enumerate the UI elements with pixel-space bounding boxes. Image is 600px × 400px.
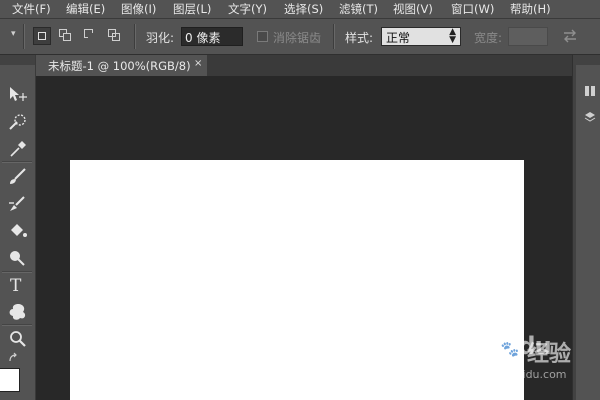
swap-colors-icon[interactable] [8,352,20,364]
watermark-url: jingyan.baidu.com [465,368,567,381]
menu-type[interactable]: 文字(Y) [228,1,267,17]
eyedropper-tool[interactable] [4,138,30,160]
subtract-from-selection-button[interactable] [82,27,100,45]
separator [23,24,25,49]
eyedropper-icon [10,141,26,157]
intersect-selection-button[interactable] [106,27,124,45]
dodge-tool[interactable] [4,247,30,269]
custom-shape-icon [9,304,26,320]
brush-tool[interactable] [4,166,30,188]
move-tool[interactable] [4,83,30,105]
options-bar: ▾ 羽化: 0 像素 消除锯齿 样式: 正常 ▲ ▼ 宽度: [0,19,600,55]
menu-layer[interactable]: 图层(L) [173,1,211,17]
foreground-color-swatch[interactable] [0,368,20,392]
clone-stamp-tool[interactable] [4,193,30,215]
move-icon [10,87,27,101]
menu-file[interactable]: 文件(F) [12,1,51,17]
feather-label: 羽化: [146,31,175,45]
menu-edit[interactable]: 编辑(E) [66,1,105,17]
type-tool[interactable]: T [4,275,30,297]
document-tab-title: 未标题-1 @ 100%(RGB/8) [48,59,191,73]
tools-panel: T [0,55,36,400]
swap-width-height-icon[interactable] [562,29,578,43]
watermark-product: 经验 [527,342,572,367]
paint-bucket-tool[interactable] [4,220,30,242]
quick-selection-icon [9,114,26,130]
zoom-icon [10,331,26,347]
paint-bucket-icon [11,224,27,237]
antialias-label: 消除锯齿 [273,31,322,45]
separator [333,24,335,49]
panel-grip[interactable] [0,55,35,65]
close-icon[interactable]: × [194,58,202,69]
document-tab-strip: 未标题-1 @ 100%(RGB/8) × [36,55,572,76]
style-select[interactable]: 正常 ▲ ▼ [381,27,461,46]
menu-image[interactable]: 图像(I) [121,1,156,17]
menu-view[interactable]: 视图(V) [393,1,433,17]
add-to-selection-button[interactable] [57,27,75,45]
custom-shape-tool[interactable] [4,301,30,323]
updown-arrows-icon: ▲ ▼ [449,27,456,45]
panel-icon[interactable] [584,85,596,97]
menu-window[interactable]: 窗口(W) [451,1,494,17]
panel-icon[interactable] [584,111,596,123]
zoom-tool[interactable] [4,328,30,350]
dodge-icon [10,251,25,266]
quick-selection-tool[interactable] [4,111,30,133]
separator [134,24,136,49]
new-selection-button[interactable] [33,27,51,45]
menu-select[interactable]: 选择(S) [284,1,323,17]
new-selection-icon [38,32,46,40]
tool-preset-dropdown-icon[interactable]: ▾ [11,29,16,39]
menu-filter[interactable]: 滤镜(T) [339,1,378,17]
brush-icon [10,168,26,184]
baidu-jingyan-watermark: Bai🐾du 经验 jingyan.baidu.com [441,330,591,390]
clone-stamp-icon [9,196,25,211]
width-label: 宽度: [474,31,503,45]
width-input[interactable] [508,27,548,46]
paw-icon: 🐾 [500,340,520,358]
menu-help[interactable]: 帮助(H) [510,1,551,17]
menu-bar: 文件(F) 编辑(E) 图像(I) 图层(L) 文字(Y) 选择(S) 滤镜(T… [0,0,600,19]
feather-input[interactable]: 0 像素 [181,27,243,46]
antialias-checkbox[interactable] [257,31,268,42]
style-select-value: 正常 [386,31,411,45]
type-icon: T [10,276,22,296]
document-tab[interactable]: 未标题-1 @ 100%(RGB/8) × [36,55,208,76]
style-label: 样式: [345,31,374,45]
